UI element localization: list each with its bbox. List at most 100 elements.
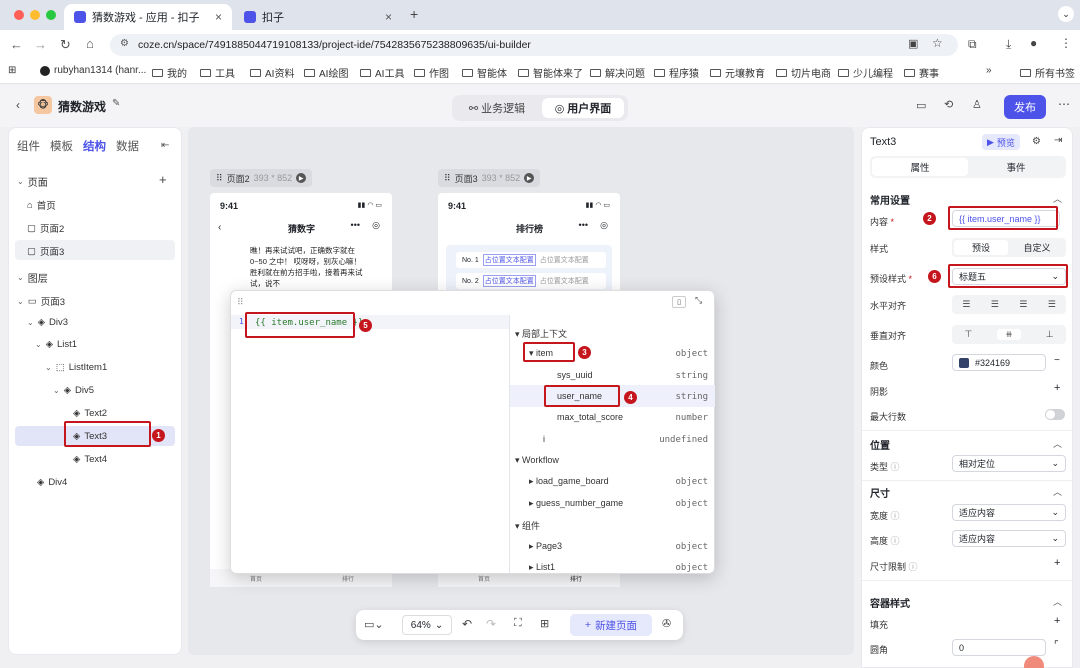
bookmark-folder[interactable]: 智能体来了	[518, 65, 583, 80]
play-icon[interactable]: ▶	[524, 173, 535, 183]
collapse-icon[interactable]: ⤡	[695, 295, 702, 306]
layer-div3[interactable]: ⌄ ◈ Div3	[27, 317, 68, 328]
component-item[interactable]: ▸ List1	[529, 562, 555, 573]
add-fill-icon[interactable]: +	[1054, 615, 1060, 627]
tab-user-interface[interactable]: ◎ 用户界面	[542, 98, 624, 118]
position-type-select[interactable]: 相对定位 ⌄	[952, 455, 1066, 472]
site-settings-icon[interactable]: ⚙	[120, 38, 129, 49]
page-item-page3[interactable]: ▢ 页面3	[27, 244, 64, 259]
all-bookmarks[interactable]: 所有书签	[1020, 65, 1075, 80]
var-field[interactable]: sys_uuid	[557, 370, 593, 380]
layer-list1[interactable]: ⌄ ◈ List1	[35, 339, 77, 350]
components-header[interactable]: ▾ 组件	[515, 519, 540, 532]
back-chevron-icon[interactable]: ‹	[218, 222, 221, 233]
max-lines-toggle[interactable]	[1045, 409, 1065, 420]
preview-button[interactable]: ▶ 预览	[982, 134, 1020, 150]
collapse-panel-icon[interactable]: ⇤	[161, 140, 169, 151]
align-bottom-icon[interactable]: ⊥	[1046, 329, 1054, 340]
layout-toggle-icon[interactable]: ▯	[672, 296, 686, 308]
settings-icon[interactable]: ⚙	[1032, 136, 1041, 147]
play-icon[interactable]: ▶	[296, 173, 307, 183]
nav-home[interactable]: 首页	[250, 574, 262, 583]
bookmark-star-icon[interactable]: ☆	[932, 36, 943, 50]
back-icon[interactable]: ←	[10, 37, 23, 52]
page-item-home[interactable]: ⌂ 首页	[27, 198, 56, 213]
apps-grid-icon[interactable]: ⊞	[8, 65, 16, 76]
bookmark-folder[interactable]: AI资料	[250, 65, 294, 80]
tab-structure[interactable]: 结构	[83, 138, 106, 154]
back-chevron-icon[interactable]: ‹	[16, 98, 20, 112]
bookmark-github[interactable]: rubyhan1314 (hanr...	[40, 65, 146, 76]
align-right-icon[interactable]: ☰	[1019, 299, 1027, 310]
target-icon[interactable]: ◎	[372, 220, 380, 231]
section-layers[interactable]: ⌄ 图层	[17, 270, 48, 285]
close-window-dot[interactable]	[14, 10, 24, 20]
workflow-header[interactable]: ▾ Workflow	[515, 455, 559, 466]
rank-row[interactable]: No. 1 占位置文本配置 占位置文本配置	[456, 252, 606, 268]
bookmark-folder[interactable]: 赛事	[904, 65, 939, 80]
tab-business-logic[interactable]: ⚯ 业务逻辑	[456, 98, 538, 118]
height-select[interactable]: 适应内容 ⌄	[952, 530, 1066, 547]
layer-div4[interactable]: ◈ Div4	[37, 477, 67, 488]
tab-close-icon[interactable]: ×	[385, 10, 392, 24]
component-item[interactable]: ▸ Page3	[529, 541, 562, 552]
corner-radius-icon[interactable]: ⌜	[1054, 640, 1059, 651]
add-size-limit-icon[interactable]: +	[1054, 557, 1060, 569]
color-input[interactable]: #324169	[952, 354, 1046, 371]
new-tab-button[interactable]: +	[410, 6, 418, 22]
bookmark-folder[interactable]: 解决问题	[590, 65, 645, 80]
radius-input[interactable]: 0	[952, 639, 1046, 656]
style-custom-option[interactable]: 自定义	[1010, 240, 1064, 255]
bookmark-folder[interactable]: 少儿编程	[838, 65, 893, 80]
cast-icon[interactable]: ▣	[908, 37, 918, 50]
page3-label[interactable]: ⠿ 页面3 393 * 852 ▶	[438, 169, 541, 187]
add-page-button[interactable]: +	[159, 172, 167, 187]
tab-search-icon[interactable]: ⌄	[1058, 6, 1074, 22]
device-select-icon[interactable]: ▭⌄	[364, 618, 384, 631]
bookmark-folder[interactable]: AI绘图	[304, 65, 348, 80]
drag-handle-icon[interactable]: ⠿	[237, 297, 244, 308]
maximize-window-dot[interactable]	[46, 10, 56, 20]
preview-window-icon[interactable]: ▭	[916, 99, 926, 112]
chevron-up-icon[interactable]: ︿	[1053, 437, 1062, 450]
bookmark-folder[interactable]: 元壤教育	[710, 65, 765, 80]
chevron-up-icon[interactable]: ︿	[1053, 192, 1062, 205]
var-field[interactable]: max_total_score	[557, 412, 623, 422]
tab-close-icon[interactable]: ×	[215, 10, 222, 24]
align-middle-icon[interactable]: ⧺	[997, 329, 1021, 340]
context-header[interactable]: ▾ 局部上下文	[515, 327, 567, 340]
align-top-icon[interactable]: ⊤	[964, 329, 972, 340]
remove-color-icon[interactable]: −	[1054, 355, 1060, 366]
align-left-icon[interactable]: ☰	[962, 299, 970, 310]
bookmark-folder[interactable]: 工具	[200, 65, 235, 80]
collaborators-icon[interactable]: ♙	[972, 98, 982, 111]
redo-icon[interactable]: ↷	[486, 617, 496, 631]
page-item-page2[interactable]: ▢ 页面2	[27, 221, 64, 236]
workflow-item[interactable]: ▸ load_game_board	[529, 476, 609, 487]
layer-listitem1[interactable]: ⌄ ⬚ ListItem1	[45, 362, 107, 373]
tab-components[interactable]: 组件	[17, 138, 40, 154]
tab-templates[interactable]: 模板	[50, 138, 73, 154]
nav-rank[interactable]: 排行	[342, 574, 354, 583]
width-select[interactable]: 适应内容 ⌄	[952, 504, 1066, 521]
download-icon[interactable]: ⤓	[1006, 37, 1011, 52]
minimize-window-dot[interactable]	[30, 10, 40, 20]
edit-icon[interactable]: ✎	[112, 98, 120, 109]
layer-text2[interactable]: ◈ Text2	[73, 408, 107, 419]
align-center-icon[interactable]: ☰	[991, 299, 999, 310]
more-icon[interactable]: ⋯	[1058, 97, 1070, 111]
align-justify-icon[interactable]: ☰	[1048, 299, 1056, 310]
tab-active[interactable]: 猜数游戏 - 应用 - 扣子 ×	[64, 4, 232, 30]
chevron-up-icon[interactable]: ︿	[1053, 485, 1062, 498]
publish-button[interactable]: 发布	[1004, 95, 1046, 119]
nav-home[interactable]: 首页	[478, 574, 490, 583]
panel-toggle-icon[interactable]: ⇥	[1054, 135, 1062, 146]
undo-icon[interactable]: ↶	[462, 617, 472, 631]
var-i[interactable]: i	[543, 434, 545, 444]
style-preset-option[interactable]: 预设	[954, 240, 1008, 255]
rank-row[interactable]: No. 2 占位置文本配置 占位置文本配置	[456, 273, 606, 289]
bookmark-folder[interactable]: 程序猿	[654, 65, 699, 80]
extensions-icon[interactable]: ⧉	[968, 37, 977, 52]
workflow-item[interactable]: ▸ guess_number_game	[529, 498, 623, 509]
bookmark-folder[interactable]: 切片电商	[776, 65, 831, 80]
